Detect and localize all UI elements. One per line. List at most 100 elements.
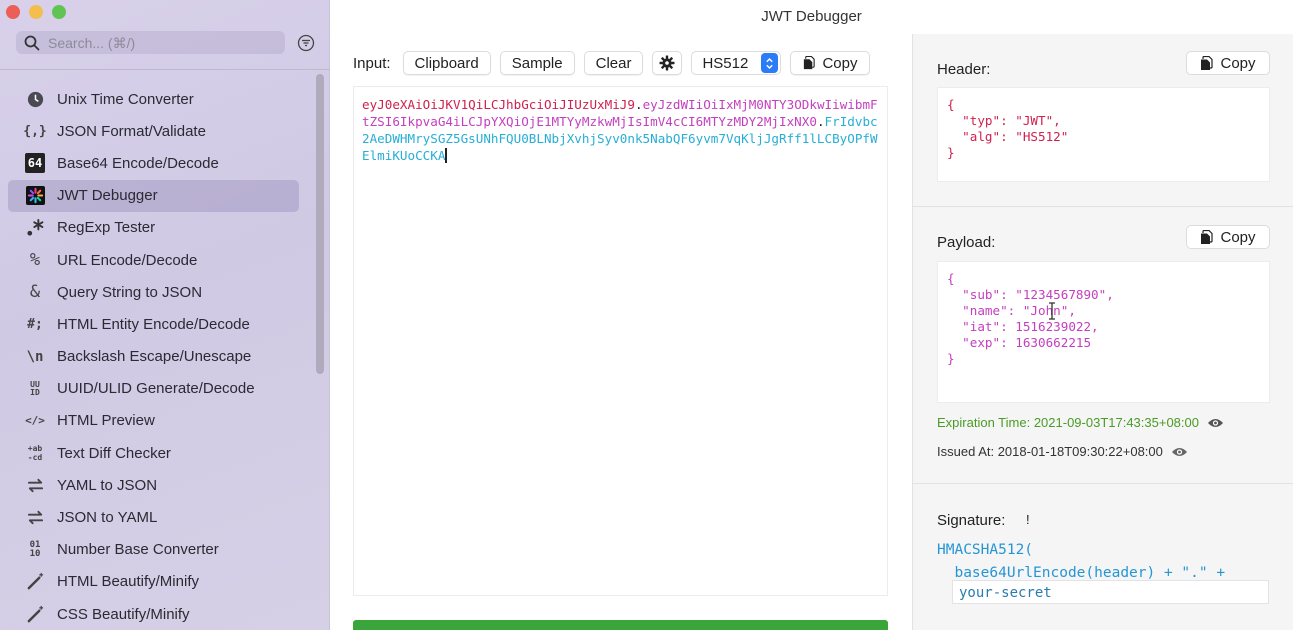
- ampersand-icon: &: [29, 282, 41, 303]
- code-brackets-icon: </>: [25, 414, 45, 428]
- sidebar-item-label: JWT Debugger: [57, 187, 158, 205]
- algorithm-value: HS512: [702, 54, 749, 72]
- minimize-window-button[interactable]: [29, 5, 43, 19]
- sidebar-item-label: Query String to JSON: [57, 283, 203, 301]
- expiration-text: Expiration Time: 2021-09-03T17:43:35+08:…: [937, 415, 1199, 430]
- secret-input[interactable]: your-secret: [952, 580, 1269, 604]
- uuid-icon: UU ID: [30, 379, 40, 397]
- copy-icon: [804, 56, 816, 70]
- hash-semicolon-icon: #;: [27, 316, 43, 332]
- input-toolbar: Input: Clipboard Sample Clear HS512 Copy: [353, 51, 870, 75]
- magic-wand-icon: [25, 604, 45, 624]
- regexp-icon: [25, 218, 45, 238]
- copy-token-button[interactable]: Copy: [790, 51, 870, 75]
- section-divider: [913, 206, 1293, 207]
- close-window-button[interactable]: [6, 5, 20, 19]
- magic-wand-icon: [25, 572, 45, 592]
- sidebar-item-text-diff[interactable]: +ab -cd Text Diff Checker: [8, 437, 299, 469]
- window-controls: [6, 5, 66, 19]
- convert-arrows-icon: [25, 508, 45, 528]
- eye-icon[interactable]: [1171, 446, 1188, 458]
- clipboard-button[interactable]: Clipboard: [402, 51, 491, 75]
- header-json[interactable]: { "typ": "JWT", "alg": "HS512" }: [937, 87, 1270, 182]
- sidebar-item-json-format[interactable]: {,} JSON Format/Validate: [8, 115, 299, 147]
- sidebar-item-label: JSON to YAML: [57, 509, 158, 527]
- algorithm-select[interactable]: HS512: [691, 51, 782, 75]
- sidebar-item-yaml-to-json[interactable]: YAML to JSON: [8, 469, 299, 501]
- copy-icon: [1201, 55, 1214, 70]
- copy-header-button[interactable]: Copy: [1186, 51, 1270, 75]
- sidebar-item-backslash[interactable]: \n Backslash Escape/Unescape: [8, 341, 299, 373]
- sidebar-item-html-preview[interactable]: </> HTML Preview: [8, 405, 299, 437]
- warning-icon: !: [1026, 512, 1030, 527]
- token-input[interactable]: eyJ0eXAiOiJKV1QiLCJhbGciOiJIUzUxMiJ9.eyJ…: [353, 86, 888, 596]
- convert-arrows-icon: [25, 475, 45, 495]
- input-label: Input:: [353, 54, 391, 72]
- sidebar-item-jwt-debugger[interactable]: JWT Debugger: [8, 179, 299, 212]
- sidebar-item-label: YAML to JSON: [57, 476, 158, 494]
- signature-label: Signature:: [937, 512, 1006, 529]
- issued-at: Issued At: 2018-01-18T09:30:22+08:00: [937, 444, 1188, 459]
- token-header-segment: eyJ0eXAiOiJKV1QiLCJhbGciOiJIUzUxMiJ9: [362, 97, 635, 112]
- token-dot: .: [816, 114, 825, 129]
- sidebar-item-label: HTML Preview: [57, 412, 155, 430]
- sidebar-item-unix-time[interactable]: Unix Time Converter: [8, 83, 299, 115]
- eye-icon[interactable]: [1207, 417, 1224, 429]
- status-bar-green: [353, 620, 888, 630]
- clear-button[interactable]: Clear: [583, 51, 644, 75]
- payload-label: Payload:: [937, 234, 996, 251]
- base64-icon: 64: [25, 153, 45, 174]
- expiration-time: Expiration Time: 2021-09-03T17:43:35+08:…: [937, 415, 1224, 430]
- clock-icon: [25, 89, 45, 109]
- sidebar-item-number-base[interactable]: 01 10 Number Base Converter: [8, 534, 299, 566]
- sidebar-item-css-beautify[interactable]: CSS Beautify/Minify: [8, 598, 299, 630]
- copy-label: Copy: [822, 54, 858, 72]
- sidebar-item-label: HTML Beautify/Minify: [57, 573, 199, 591]
- copy-label: Copy: [1220, 54, 1256, 72]
- sidebar-item-html-entity[interactable]: #; HTML Entity Encode/Decode: [8, 308, 299, 340]
- token-dot: .: [634, 97, 643, 112]
- updown-chevron-icon: [761, 53, 779, 73]
- search-input[interactable]: [48, 34, 268, 51]
- text-cursor-icon: [1049, 302, 1055, 320]
- braces-icon: {,}: [23, 123, 47, 139]
- search-box[interactable]: [16, 31, 285, 54]
- sample-button[interactable]: Sample: [499, 51, 575, 75]
- payload-json[interactable]: { "sub": "1234567890", "name": "John", "…: [937, 261, 1270, 403]
- filter-icon[interactable]: [297, 34, 315, 52]
- window-title: JWT Debugger: [761, 8, 862, 25]
- zoom-window-button[interactable]: [52, 5, 66, 19]
- sidebar: Unix Time Converter {,} JSON Format/Vali…: [0, 0, 330, 630]
- sidebar-item-label: CSS Beautify/Minify: [57, 605, 190, 623]
- backslash-n-icon: \n: [26, 348, 44, 365]
- sidebar-item-label: RegExp Tester: [57, 219, 156, 237]
- header-label: Header:: [937, 61, 991, 78]
- sidebar-item-label: JSON Format/Validate: [57, 122, 206, 140]
- sidebar-item-json-to-yaml[interactable]: JSON to YAML: [8, 501, 299, 533]
- sidebar-item-query-string[interactable]: & Query String to JSON: [8, 276, 299, 308]
- issued-at-text: Issued At: 2018-01-18T09:30:22+08:00: [937, 444, 1163, 459]
- decoded-panel: Header: Copy { "typ": "JWT", "alg": "HS5…: [912, 34, 1293, 630]
- search-icon: [24, 35, 40, 50]
- copy-icon: [1201, 229, 1214, 244]
- gear-icon: [659, 55, 675, 71]
- sidebar-item-label: HTML Entity Encode/Decode: [57, 315, 250, 333]
- copy-label: Copy: [1220, 228, 1256, 246]
- sidebar-item-label: Backslash Escape/Unescape: [57, 348, 252, 366]
- sidebar-item-url-encode[interactable]: % URL Encode/Decode: [8, 244, 299, 276]
- section-divider: [913, 483, 1293, 484]
- percent-icon: %: [29, 250, 41, 271]
- jwt-icon: [25, 186, 45, 206]
- sidebar-item-base64[interactable]: 64 Base64 Encode/Decode: [8, 147, 299, 179]
- sidebar-item-uuid[interactable]: UU ID UUID/ULID Generate/Decode: [8, 373, 299, 405]
- sidebar-item-regexp[interactable]: RegExp Tester: [8, 212, 299, 244]
- sidebar-item-label: UUID/ULID Generate/Decode: [57, 380, 255, 398]
- settings-button[interactable]: [652, 51, 683, 75]
- number-base-icon: 01 10: [29, 539, 41, 559]
- copy-payload-button[interactable]: Copy: [1186, 225, 1270, 249]
- sidebar-item-label: URL Encode/Decode: [57, 251, 198, 269]
- sidebar-item-label: Unix Time Converter: [57, 90, 194, 108]
- sidebar-item-html-beautify[interactable]: HTML Beautify/Minify: [8, 566, 299, 598]
- tool-list: Unix Time Converter {,} JSON Format/Vali…: [8, 83, 299, 630]
- sidebar-scrollbar[interactable]: [316, 74, 324, 374]
